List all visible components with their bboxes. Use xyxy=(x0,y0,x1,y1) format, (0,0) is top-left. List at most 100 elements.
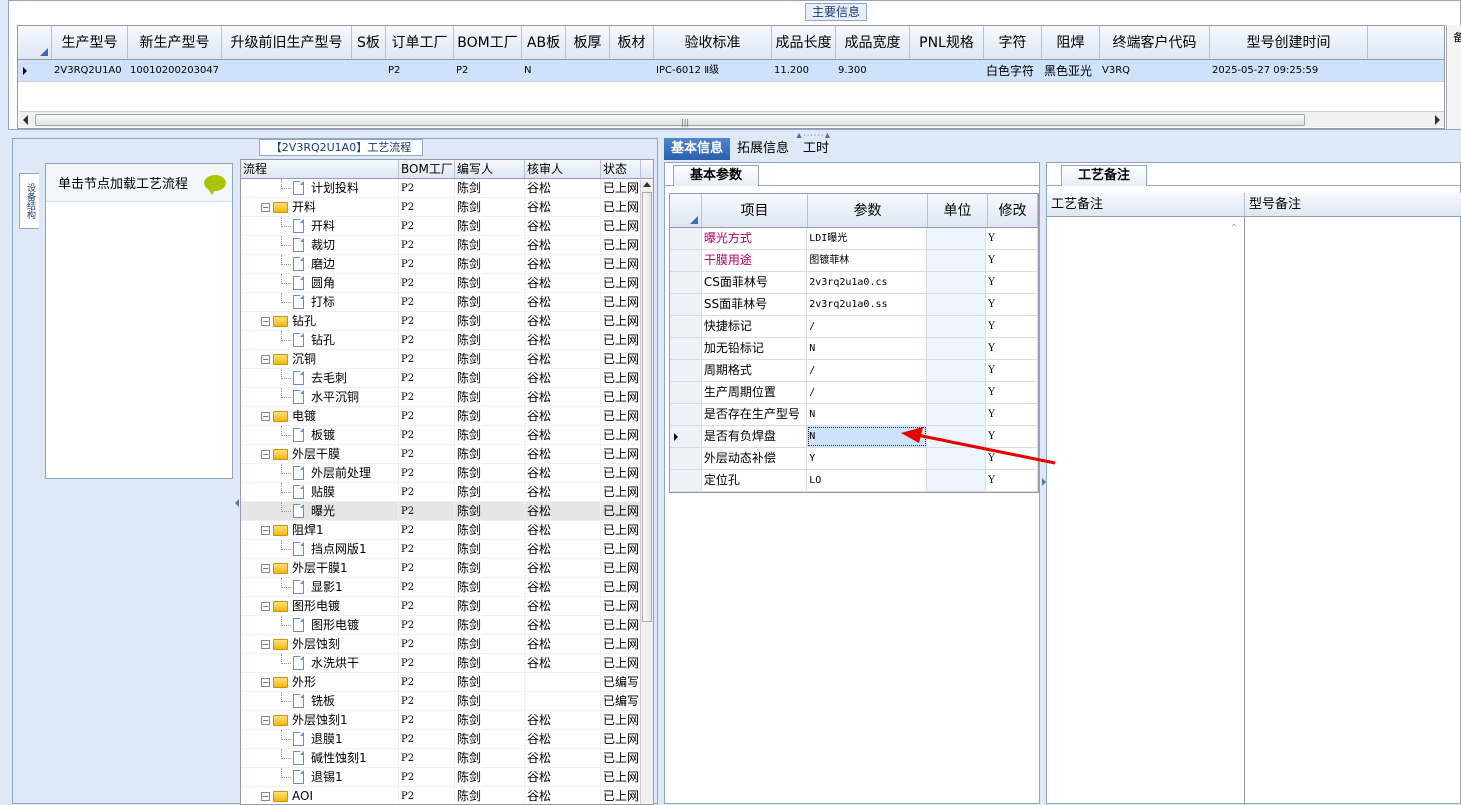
scroll-left-icon[interactable] xyxy=(23,115,28,125)
tree-node[interactable]: 铣板 xyxy=(241,692,399,710)
horizontal-splitter[interactable]: ▲······▲ xyxy=(0,131,1461,140)
tree-row[interactable]: 水洗烘干 P2 陈剑 谷松 已上网 xyxy=(241,654,653,673)
collapse-toggle-icon[interactable]: − xyxy=(261,601,270,611)
table-cell[interactable]: V3RQ xyxy=(1100,60,1210,81)
param-value-field[interactable]: N xyxy=(807,426,927,447)
tree-node[interactable]: 去毛刺 xyxy=(241,369,399,387)
param-row[interactable]: 定位孔 LO Y xyxy=(670,470,1038,492)
table-cell[interactable]: 白色字符 xyxy=(984,60,1042,81)
col-modify[interactable]: 修改 xyxy=(988,194,1038,227)
table-cell[interactable]: 2V3RQ2U1A0 xyxy=(52,60,128,81)
tree-node[interactable]: 钻孔 xyxy=(241,331,399,349)
table-row[interactable]: 2V3RQ2U1A0 10010200203047 P2 P2 N IPC-6012 Ⅱ级… xyxy=(18,60,1444,82)
process-memo-textarea[interactable]: ⌃ xyxy=(1047,217,1245,805)
tree-node[interactable]: 图形电镀 xyxy=(241,616,399,634)
current-row-icon[interactable] xyxy=(670,426,702,447)
param-row[interactable]: SS面菲林号 2v3rq2u1a0.ss Y xyxy=(670,294,1038,316)
row-indicator[interactable] xyxy=(670,294,702,315)
tree-row[interactable]: 铣板 P2 陈剑 已编写 xyxy=(241,692,653,711)
col-header[interactable]: 订单工厂 xyxy=(386,26,454,59)
row-indicator[interactable] xyxy=(670,250,702,271)
collapse-toggle-icon[interactable]: − xyxy=(261,354,270,364)
col-header[interactable]: 生产型号 xyxy=(52,26,128,59)
collapse-toggle-icon[interactable]: − xyxy=(261,411,270,421)
col-header[interactable]: PNL规格 xyxy=(910,26,984,59)
param-value-field[interactable]: / xyxy=(807,316,927,337)
tree-node[interactable]: − 阻焊1 xyxy=(241,521,399,539)
row-indicator[interactable] xyxy=(670,448,702,469)
collapse-toggle-icon[interactable]: − xyxy=(261,525,270,535)
col-process-memo[interactable]: 工艺备注 xyxy=(1047,193,1245,216)
tree-row[interactable]: − 外层干膜1 P2 陈剑 谷松 已上网 xyxy=(241,559,653,578)
param-row[interactable]: 外层动态补偿 Y Y xyxy=(670,448,1038,470)
tab-process-memo[interactable]: 工艺备注 xyxy=(1061,165,1147,186)
param-row[interactable]: 加无铅标记 N Y xyxy=(670,338,1038,360)
table-cell[interactable] xyxy=(610,60,654,81)
tree-row[interactable]: − 阻焊1 P2 陈剑 谷松 已上网 xyxy=(241,521,653,540)
col-unit[interactable]: 单位 xyxy=(928,194,988,227)
tree-row[interactable]: 碱性蚀刻1 P2 陈剑 谷松 已上网 xyxy=(241,749,653,768)
tree-row[interactable]: 图形电镀 P2 陈剑 谷松 已上网 xyxy=(241,616,653,635)
tree-node[interactable]: 外层前处理 xyxy=(241,464,399,482)
tree-row[interactable]: 去毛刺 P2 陈剑 谷松 已上网 xyxy=(241,369,653,388)
table-cell[interactable]: 9.300 xyxy=(836,60,910,81)
col-header[interactable]: 阻焊 xyxy=(1042,26,1100,59)
col-header[interactable]: S板 xyxy=(352,26,386,59)
tree-node[interactable]: − 外形 xyxy=(241,673,399,691)
table-cell[interactable]: 11.200 xyxy=(772,60,836,81)
tree-node[interactable]: 碱性蚀刻1 xyxy=(241,749,399,767)
col-header[interactable]: 型号创建时间 xyxy=(1210,26,1368,59)
table-cell[interactable]: IPC-6012 Ⅱ级 xyxy=(654,60,772,81)
tree-row[interactable]: 钻孔 P2 陈剑 谷松 已上网 xyxy=(241,331,653,350)
row-indicator[interactable] xyxy=(670,404,702,425)
tree-node[interactable]: − 外层蚀刻 xyxy=(241,635,399,653)
tab-work-hours[interactable]: 工时 xyxy=(796,138,836,160)
row-indicator[interactable] xyxy=(670,338,702,359)
tab-basic-params[interactable]: 基本参数 xyxy=(673,165,759,186)
tree-node[interactable]: 曝光 xyxy=(241,502,399,520)
tree-node[interactable]: 退膜1 xyxy=(241,730,399,748)
param-value-field[interactable]: 图镀菲林 xyxy=(807,250,927,271)
col-header[interactable]: 新生产型号 xyxy=(128,26,222,59)
tree-row[interactable]: 挡点网版1 P2 陈剑 谷松 已上网 xyxy=(241,540,653,559)
grid-corner[interactable] xyxy=(18,26,52,59)
param-value-field[interactable]: / xyxy=(807,360,927,381)
tree-node[interactable]: − 沉铜 xyxy=(241,350,399,368)
param-row[interactable]: 干膜用途 图镀菲林 Y xyxy=(670,250,1038,272)
tree-node[interactable]: − 外层干膜 xyxy=(241,445,399,463)
scroll-thumb[interactable]: ||| xyxy=(35,114,1305,127)
tree-node[interactable]: 裁切 xyxy=(241,236,399,254)
collapse-toggle-icon[interactable]: − xyxy=(261,639,270,649)
tree-row[interactable]: 曝光 P2 陈剑 谷松 已上网 xyxy=(241,502,653,521)
tree-node[interactable]: − 外层蚀刻1 xyxy=(241,711,399,729)
table-cell[interactable] xyxy=(222,60,352,81)
param-value-field[interactable]: Y xyxy=(807,448,927,469)
tree-node[interactable]: 挡点网版1 xyxy=(241,540,399,558)
top-right-tab[interactable]: 备 xyxy=(1446,25,1461,129)
col-header[interactable]: BOM工厂 xyxy=(454,26,522,59)
param-row[interactable]: 曝光方式 LDI曝光 Y xyxy=(670,228,1038,250)
col-bom[interactable]: BOM工厂 xyxy=(399,160,455,178)
tree-node[interactable]: 板镀 xyxy=(241,426,399,444)
col-header[interactable]: 成品长度 xyxy=(772,26,836,59)
tree-row[interactable]: 贴膜 P2 陈剑 谷松 已上网 xyxy=(241,483,653,502)
col-header[interactable]: 验收标准 xyxy=(654,26,772,59)
tree-row[interactable]: 退锡1 P2 陈剑 谷松 已上网 xyxy=(241,768,653,787)
col-param[interactable]: 参数 xyxy=(808,194,928,227)
process-tree-grid[interactable]: 流程 BOM工厂 编写人 核审人 状态 计划投料 P2 陈剑 谷松 已上网 − 开料 P2 陈剑… xyxy=(240,159,654,805)
collapse-toggle-icon[interactable]: − xyxy=(261,791,270,801)
model-memo-textarea[interactable] xyxy=(1245,217,1461,805)
col-flow[interactable]: 流程 xyxy=(241,160,399,178)
tab-basic-info[interactable]: 基本信息 xyxy=(664,138,731,160)
memo-grid[interactable]: 工艺备注 型号备注 ⌃ xyxy=(1047,193,1461,805)
collapse-toggle-icon[interactable]: − xyxy=(261,449,270,459)
tree-row[interactable]: 退膜1 P2 陈剑 谷松 已上网 xyxy=(241,730,653,749)
tree-row[interactable]: 圆角 P2 陈剑 谷松 已上网 xyxy=(241,274,653,293)
table-cell[interactable]: P2 xyxy=(454,60,522,81)
col-header[interactable]: 成品宽度 xyxy=(836,26,910,59)
tree-node[interactable]: − 外层干膜1 xyxy=(241,559,399,577)
tab-extended-info[interactable]: 拓展信息 xyxy=(730,138,796,160)
vertical-scrollbar[interactable] xyxy=(640,180,653,804)
scroll-thumb[interactable] xyxy=(642,192,652,622)
param-row[interactable]: CS面菲林号 2v3rq2u1a0.cs Y xyxy=(670,272,1038,294)
